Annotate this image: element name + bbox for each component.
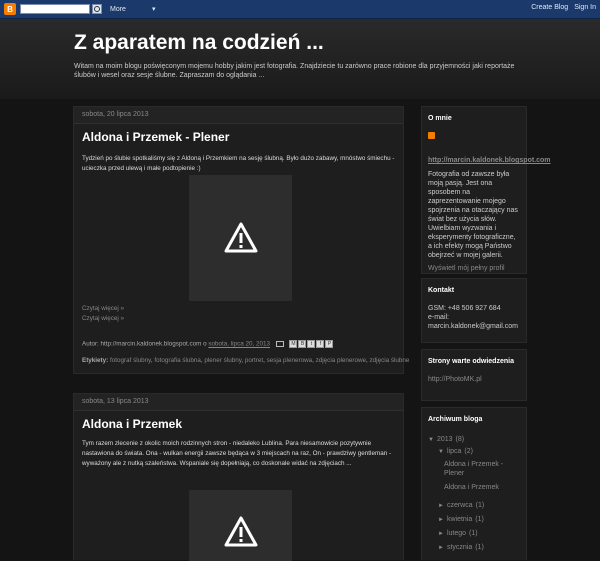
widget-title: Archiwum bloga (428, 416, 483, 423)
contact-widget: Kontakt GSM: +48 506 927 684 e-mail: mar… (421, 278, 527, 343)
contact-phone: GSM: +48 506 927 684 (428, 305, 501, 312)
share-pinterest-button[interactable]: P (325, 340, 334, 348)
blog-title[interactable]: Z aparatem na codzień ... (74, 31, 324, 55)
view-profile-link[interactable]: Wyświetl mój pełny profil (428, 264, 520, 273)
create-blog-link[interactable]: Create Blog (531, 4, 568, 11)
post-2: sobota, 13 lipca 2013 Aldona i Przemek T… (73, 393, 404, 561)
sign-in-link[interactable]: Sign In (574, 4, 596, 11)
email-post-icon[interactable] (275, 341, 284, 347)
widget-title: Strony warte odwiedzenia (428, 358, 514, 365)
chevron-down-icon[interactable]: ▾ (152, 5, 156, 13)
contact-email-label: e-mail: (428, 314, 450, 321)
widget-title: O mnie (428, 115, 452, 122)
blog-description: Witam na moim blogu poświęconym mojemu h… (74, 63, 515, 79)
profile-name-link[interactable]: http://marcin.kaldonek.blogspot.com (428, 157, 551, 164)
image-placeholder[interactable] (189, 490, 292, 561)
share-buttons: M B t f P (289, 340, 334, 348)
label-link[interactable]: fotografia ślubna (154, 357, 201, 364)
label-link[interactable]: zdjęcia plenerowe (316, 357, 366, 364)
post-labels: Etykiety: fotograf ślubny, fotografia śl… (82, 357, 410, 364)
widget-title: Kontakt (428, 287, 455, 294)
triangle-right-icon[interactable]: ► (438, 531, 444, 537)
share-email-button[interactable]: M (289, 340, 298, 348)
triangle-right-icon[interactable]: ► (438, 517, 444, 523)
archive-month[interactable]: ► lutego (1) (438, 530, 520, 537)
read-more-link[interactable]: Czytaj więcej » (82, 315, 124, 322)
archive-month-label[interactable]: kwietnia (447, 516, 472, 523)
post-author-line: Autor: http://marcin.kaldonek.blogspot.c… (82, 340, 398, 348)
post-timestamp-link[interactable]: sobota, lipca 20, 2013 (208, 341, 270, 348)
archive-post-link[interactable]: Aldona i Przemek - Plener (444, 460, 520, 478)
label-link[interactable]: plener ślubny (204, 357, 241, 364)
archive-post-link[interactable]: Aldona i Przemek (444, 483, 520, 492)
archive-month[interactable]: ► kwietnia (1) (438, 516, 520, 523)
archive-month[interactable]: ► stycznia (1) (438, 544, 520, 551)
post-title[interactable]: Aldona i Przemek - Plener (74, 130, 237, 144)
label-link[interactable]: portret (245, 357, 263, 364)
post-date: sobota, 13 lipca 2013 (74, 394, 403, 411)
profile-name-row: http://marcin.kaldonek.blogspot.com (428, 131, 551, 167)
post-body: Tym razem zlecenie z okolic moich rodzin… (82, 440, 392, 467)
blogger-navbar: B More ▾ Create Blog Sign In (0, 0, 600, 19)
post-title[interactable]: Aldona i Przemek (74, 417, 190, 431)
links-widget: Strony warte odwiedzenia http://PhotoMK.… (421, 349, 527, 401)
archive-year-count: (8) (455, 436, 465, 443)
archive-month-label[interactable]: stycznia (447, 544, 472, 551)
author-text: Autor: http://marcin.kaldonek.blogspot.c… (82, 340, 207, 348)
about-widget: O mnie http://marcin.kaldonek.blogspot.c… (421, 106, 551, 274)
share-twitter-button[interactable]: t (307, 340, 316, 348)
post-body: Tydzień po ślubie spotkaliśmy się z Aldo… (82, 155, 395, 172)
labels-prefix: Etykiety: (82, 357, 109, 364)
archive-month-label[interactable]: lutego (447, 530, 466, 537)
post-1: sobota, 20 lipca 2013 Aldona i Przemek -… (73, 106, 410, 374)
label-link[interactable]: sesja plenerowa (267, 357, 313, 364)
archive-year[interactable]: ▼ 2013 (8) (428, 436, 520, 443)
read-more-link[interactable]: Czytaj więcej » (82, 305, 124, 312)
archive-month-count: (1) (475, 516, 484, 523)
more-menu[interactable]: More (110, 6, 126, 13)
archive-month-count: (1) (469, 530, 478, 537)
warning-icon (224, 516, 257, 547)
search-icon[interactable] (92, 4, 102, 14)
archive-month-label[interactable]: lipca (447, 448, 461, 455)
contact-email: marcin.kaldonek@gmail.com (428, 323, 518, 330)
archive-month-count: (1) (475, 544, 484, 551)
about-text: Fotografia od zawsze była moją pasją. Je… (428, 171, 518, 259)
link-photomk[interactable]: http://PhotoMK.pl (428, 375, 520, 384)
blogger-logo-icon[interactable]: B (4, 3, 16, 15)
warning-icon (224, 222, 257, 253)
archive-month-count: (2) (464, 448, 473, 455)
triangle-down-icon[interactable]: ▼ (438, 449, 444, 455)
triangle-down-icon[interactable]: ▼ (428, 437, 434, 443)
triangle-right-icon[interactable]: ► (438, 545, 444, 551)
image-placeholder[interactable] (189, 175, 292, 301)
archive-widget: Archiwum bloga ▼ 2013 (8) ▼ lipca (2) Al… (421, 407, 527, 560)
triangle-right-icon[interactable]: ► (438, 503, 444, 509)
archive-month-count: (1) (475, 502, 485, 509)
share-facebook-button[interactable]: f (316, 340, 325, 348)
label-link[interactable]: zdjęcia ślubne (370, 357, 410, 364)
post-date: sobota, 20 lipca 2013 (74, 107, 403, 124)
archive-month[interactable]: ► czerwca (1) (438, 502, 520, 509)
archive-month-open[interactable]: ▼ lipca (2) (438, 448, 520, 455)
archive-month-label[interactable]: czerwca (447, 502, 473, 509)
blogger-profile-icon (428, 132, 435, 139)
navbar-search-input[interactable] (20, 4, 90, 14)
share-blog-button[interactable]: B (298, 340, 307, 348)
archive-year-label[interactable]: 2013 (437, 436, 453, 443)
label-link[interactable]: fotograf ślubny (110, 357, 151, 364)
